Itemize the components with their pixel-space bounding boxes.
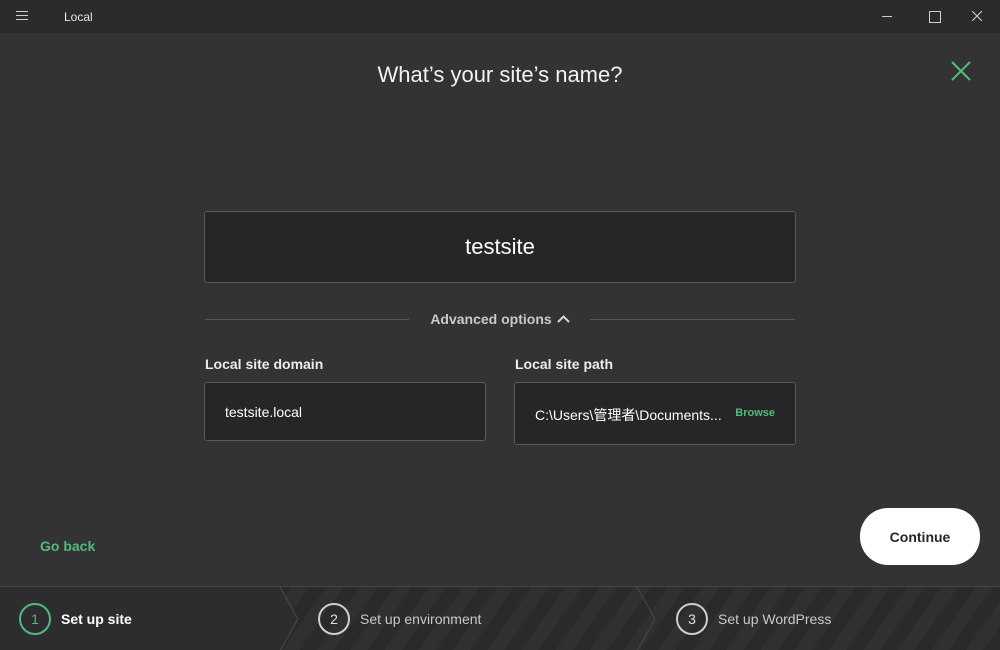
domain-label: Local site domain [205, 356, 324, 372]
step-label: Set up site [61, 611, 132, 627]
close-icon[interactable] [950, 60, 972, 82]
step-set-up-wordpress: 3 Set up WordPress [676, 587, 831, 650]
path-value: C:\Users\管理者\Documents... [535, 407, 722, 423]
step-number: 2 [318, 603, 350, 635]
step-separators [636, 587, 656, 650]
step-set-up-site: 1 Set up site [19, 587, 132, 650]
step-set-up-environment: 2 Set up environment [318, 587, 481, 650]
continue-button[interactable]: Continue [860, 508, 980, 565]
go-back-link[interactable]: Go back [40, 538, 95, 554]
page-title: What’s your site’s name? [377, 62, 623, 87]
site-name-input[interactable] [204, 211, 796, 283]
step-label: Set up WordPress [718, 611, 832, 627]
advanced-options-toggle[interactable]: Advanced options [410, 310, 590, 328]
advanced-options-label: Advanced options [430, 311, 552, 327]
browse-link[interactable]: Browse [735, 407, 775, 419]
app-title: Local [64, 10, 93, 24]
path-label: Local site path [515, 356, 614, 372]
minimize-button[interactable] [864, 0, 910, 33]
chevron-up-icon [556, 315, 570, 323]
step-progress-bar: 1 Set up site 2 Set up environment 3 Set… [0, 586, 1000, 650]
title-bar: Local [0, 0, 1000, 33]
domain-input[interactable] [204, 382, 486, 441]
divider-right [590, 319, 795, 320]
maximize-button[interactable] [911, 0, 957, 33]
path-field[interactable]: C:\Users\管理者\Documents... Browse [514, 382, 796, 445]
step-number: 3 [676, 603, 708, 635]
step-label: Set up environment [360, 611, 482, 627]
window-close-button[interactable] [954, 0, 1000, 33]
divider-left [205, 319, 409, 320]
step-number: 1 [19, 603, 51, 635]
hamburger-menu-icon[interactable] [16, 11, 28, 21]
